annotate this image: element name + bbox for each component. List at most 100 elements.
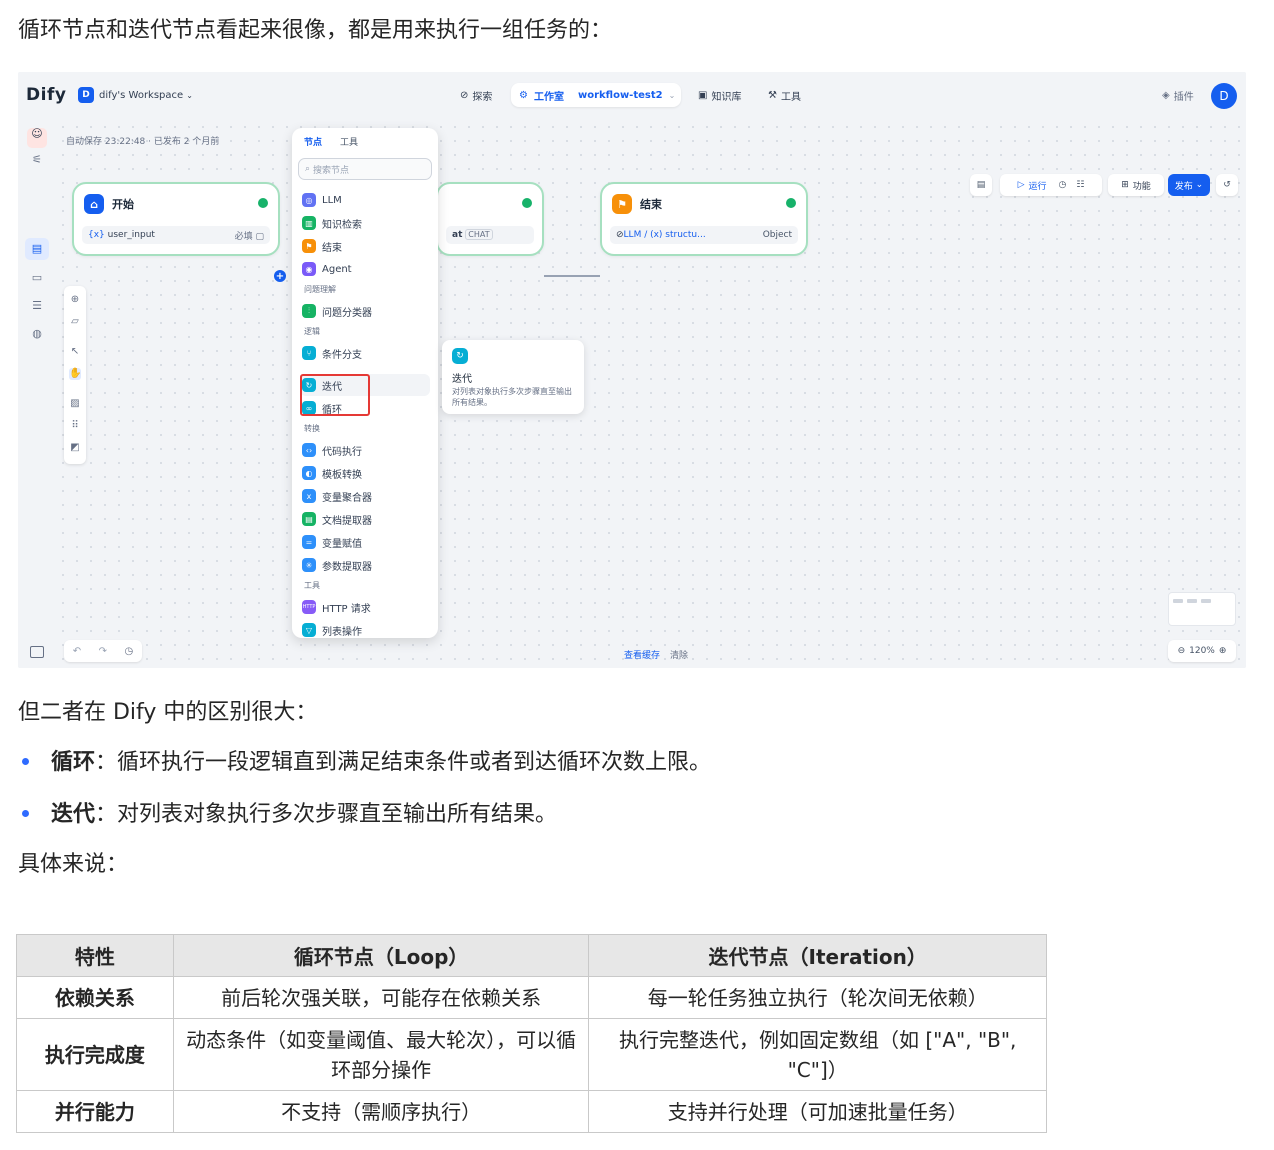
search-icon: ⌕ (305, 164, 311, 174)
assign-icon: = (302, 535, 316, 549)
menu-item-agent[interactable]: ◉ Agent (302, 261, 352, 277)
add-node-icon[interactable]: ⊕ (69, 294, 81, 306)
highlight-red-box (300, 374, 370, 416)
nav-studio-pill[interactable]: ⚙ 工作室 workflow-test2 ⌄ (511, 83, 681, 107)
note-icon[interactable]: ▱ (69, 316, 81, 328)
run-button[interactable]: 运行 (1028, 179, 1046, 192)
redo-icon[interactable]: ↷ (99, 646, 107, 657)
logs-icon[interactable]: ☰ (31, 300, 43, 312)
workspace-name-label: dify's Workspace (99, 89, 184, 101)
pointer-icon[interactable]: ↖ (69, 346, 81, 358)
menu-item-llm[interactable]: ◎ LLM (302, 192, 342, 208)
workflow-canvas[interactable]: 自动保存 23:22:48 · 已发布 2 个月前 ⊕ ▱ ↖ ✋ ▨ ⠿ ◩ … (56, 120, 1246, 668)
end-node[interactable]: ⚑ 结束 ⊘LLM / (x) structu... Object (600, 182, 808, 256)
restore-icon[interactable]: ↺ (1216, 174, 1238, 196)
workspace-switcher[interactable]: D dify's Workspace ⌄ (78, 87, 193, 103)
dify-logo: Dify (26, 85, 67, 105)
end-node-variable: ⊘LLM / (x) structu... Object (610, 226, 798, 244)
chevron-down-icon: ⌄ (668, 90, 676, 100)
start-node-title: 开始 (112, 198, 134, 211)
menu-item-list-op[interactable]: ▽ 列表操作 (302, 622, 362, 638)
settings-icon[interactable]: ⚟ (31, 154, 43, 166)
avatar[interactable]: D (1211, 83, 1237, 109)
table-header: 迭代节点（Iteration） (588, 934, 1047, 977)
search-input[interactable]: ⌕ 搜索节点 (298, 158, 432, 180)
nav-tools[interactable]: ⚒ 工具 (768, 88, 801, 103)
menu-item-knowledge[interactable]: ▥ 知识检索 (302, 215, 362, 231)
undo-icon[interactable]: ↶ (73, 646, 81, 657)
nav-explore[interactable]: ⊘ 探索 (460, 88, 492, 103)
zoom-in-icon[interactable]: ⊕ (1219, 646, 1227, 656)
menu-item-http[interactable]: HTTP HTTP 请求 (302, 599, 371, 615)
chevron-down-icon: ⌄ (186, 90, 193, 100)
table-cell: 执行完成度 (16, 1018, 174, 1091)
wrench-icon: ⚒ (768, 90, 777, 101)
classifier-icon: ⫶ (302, 304, 316, 318)
app-icon[interactable]: ☺ (27, 128, 47, 148)
monitor-icon[interactable]: ◍ (31, 328, 43, 340)
checklist-icon[interactable]: ☷ (1076, 180, 1084, 190)
edge-connector (544, 275, 600, 277)
tab-tools[interactable]: 工具 (340, 135, 358, 148)
nav-knowledge[interactable]: ▣ 知识库 (698, 88, 741, 103)
end-node-title: 结束 (640, 198, 662, 211)
nav-studio[interactable]: 工作室 (534, 88, 564, 103)
minimap[interactable] (1168, 592, 1236, 626)
add-node-plus-icon[interactable]: + (274, 270, 286, 282)
llm-node[interactable]: at CHAT (436, 182, 544, 256)
table-row: 依赖关系 前后轮次强关联，可能存在依赖关系 每一轮任务独立执行（轮次间无依赖） (16, 976, 1047, 1019)
difference-intro: 但二者在 Dify 中的区别很大： (18, 700, 318, 725)
play-icon: ▷ (1017, 180, 1025, 190)
param-icon: ✳ (302, 558, 316, 572)
nav-plugins[interactable]: ◈ 插件 (1162, 88, 1194, 103)
terminal-icon[interactable]: ▭ (31, 272, 43, 284)
variable-icon: x (302, 489, 316, 503)
llm-icon: ◎ (302, 193, 316, 207)
env-button[interactable]: ▤ (970, 174, 992, 196)
table-row: 并行能力 不支持（需顺序执行） 支持并行处理（可加速批量任务） (16, 1090, 1047, 1133)
flag-icon: ⚑ (302, 239, 316, 253)
history-icon[interactable]: ◷ (1059, 180, 1067, 190)
template-icon: ◐ (302, 466, 316, 480)
flag-icon: ⚑ (612, 194, 632, 214)
menu-item-aggregator[interactable]: x 变量聚合器 (302, 488, 372, 504)
view-cache-link[interactable]: 查看缓存 (624, 648, 660, 661)
features-button[interactable]: ⊞ 功能 (1108, 174, 1164, 196)
tooltip-description: 对列表对象执行多次步骤直至输出所有结果。 (452, 387, 572, 407)
filter-icon: ▽ (302, 623, 316, 637)
menu-item-ifelse[interactable]: ⑂ 条件分支 (302, 345, 362, 361)
home-icon: ⌂ (84, 194, 104, 214)
workflow-name[interactable]: workflow-test2 (578, 90, 663, 101)
image-export-icon[interactable]: ▨ (69, 398, 81, 410)
start-node[interactable]: ⌂ 开始 {x} user_input 必填 ▢ (72, 182, 280, 256)
menu-item-param-extract[interactable]: ✳ 参数提取器 (302, 557, 372, 573)
zoom-out-icon[interactable]: ⊖ (1178, 646, 1186, 656)
hand-icon[interactable]: ✋ (69, 368, 81, 380)
sidebar-toggle-icon[interactable] (30, 646, 44, 658)
menu-item-code[interactable]: ‹› 代码执行 (302, 442, 362, 458)
table-cell: 动态条件（如变量阈值、最大轮次），可以循环部分操作 (172, 1018, 590, 1091)
menu-item-assign[interactable]: = 变量赋值 (302, 534, 362, 550)
tab-nodes[interactable]: 节点 (304, 135, 322, 148)
menu-item-classifier[interactable]: ⫶ 问题分类器 (302, 303, 372, 319)
zoom-control[interactable]: ⊖ 120% ⊕ (1168, 640, 1236, 662)
comparison-table: 特性 循环节点（Loop） 迭代节点（Iteration） 依赖关系 前后轮次强… (16, 934, 1047, 1133)
clear-link[interactable]: 清除 (670, 648, 688, 661)
robot-icon: ⚙ (519, 89, 528, 101)
menu-item-doc-extract[interactable]: ▤ 文档提取器 (302, 511, 372, 527)
menu-item-template[interactable]: ◐ 模板转换 (302, 465, 362, 481)
history-icon[interactable]: ◷ (124, 646, 133, 657)
start-node-variable: {x} user_input 必填 ▢ (82, 226, 270, 244)
workflow-icon[interactable]: ▤ (31, 243, 43, 255)
menu-item-end[interactable]: ⚑ 结束 (302, 238, 342, 254)
minimap-icon[interactable]: ◩ (69, 442, 81, 454)
run-toolbar[interactable]: ▷ 运行 ◷ ☷ (1000, 174, 1102, 196)
layout-icon[interactable]: ⠿ (69, 420, 81, 432)
book-icon: ▣ (698, 90, 708, 101)
publish-button[interactable]: 发布 ⌄ (1168, 174, 1210, 196)
check-icon (258, 198, 268, 208)
table-header: 循环节点（Loop） (172, 934, 590, 977)
check-icon (786, 198, 796, 208)
top-bar: Dify D dify's Workspace ⌄ ⊘ 探索 ⚙ 工作室 wor… (18, 72, 1246, 120)
table-cell: 每一轮任务独立执行（轮次间无依赖） (588, 976, 1047, 1019)
